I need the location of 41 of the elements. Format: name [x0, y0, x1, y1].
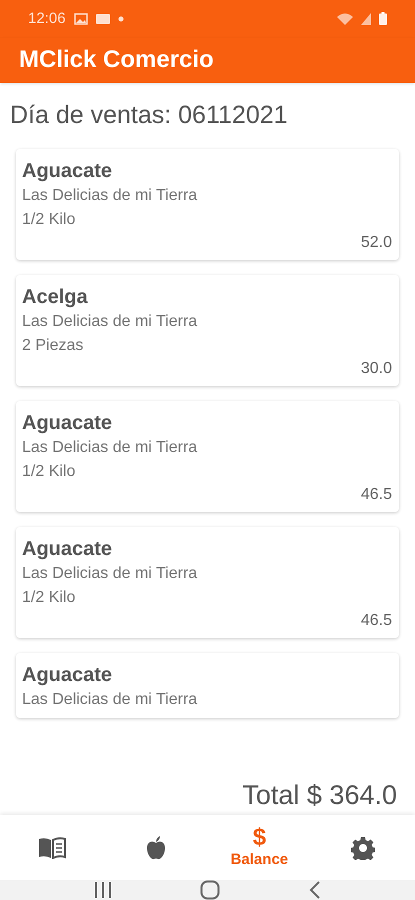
total-amount: Total $ 364.0 [242, 779, 397, 812]
battery-icon [379, 12, 387, 26]
vendor-name: Las Delicias de mi Tierra [22, 312, 198, 332]
quantity: 1/2 Kilo [22, 462, 76, 482]
sale-card[interactable]: Aguacate Las Delicias de mi Tierra 1/2 Kilo 46.5 [16, 401, 399, 512]
product-name: Aguacate [22, 537, 112, 562]
quantity: 1/2 Kilo [22, 210, 76, 230]
image-icon [74, 12, 88, 25]
book-icon [38, 836, 66, 858]
vendor-name: Las Delicias de mi Tierra [22, 438, 198, 458]
vendor-name: Las Delicias de mi Tierra [22, 564, 198, 584]
signal-icon [361, 12, 371, 25]
sale-amount: 46.5 [360, 485, 393, 505]
dollar-icon: $ [252, 826, 266, 850]
sale-card[interactable]: Aguacate Las Delicias de mi Tierra 1/2 Kilo 46.5 [16, 527, 399, 638]
product-name: Aguacate [22, 411, 112, 436]
sale-amount: 52.0 [360, 233, 393, 253]
sale-card[interactable]: Aguacate Las Delicias de mi Tierra 1/2 Kilo 52.0 [16, 149, 399, 260]
product-name: Aguacate [22, 663, 112, 688]
settings-icon [351, 836, 376, 860]
app-title: MClick Comercio [19, 45, 214, 76]
dot-icon [118, 16, 124, 22]
apple-icon [146, 836, 166, 860]
product-name: Aguacate [22, 159, 112, 184]
sale-card[interactable]: Aguacate Las Delicias de mi Tierra [16, 653, 399, 718]
vendor-name: Las Delicias de mi Tierra [22, 690, 198, 710]
status-time: 12:06 [28, 8, 66, 29]
recent-apps-icon[interactable] [94, 882, 112, 898]
sale-card[interactable]: Acelga Las Delicias de mi Tierra 2 Piezas 30.0 [16, 275, 399, 386]
tab-label: Balance [230, 850, 288, 870]
sale-amount: 30.0 [360, 359, 393, 379]
product-name: Acelga [22, 285, 88, 310]
quantity: 1/2 Kilo [22, 588, 76, 608]
back-icon[interactable] [308, 881, 321, 899]
wifi-icon [337, 12, 353, 25]
home-icon[interactable] [200, 880, 220, 900]
mail-icon [96, 14, 110, 24]
sale-amount: 46.5 [360, 611, 393, 631]
quantity: 2 Piezas [22, 336, 84, 356]
sales-day-heading: Día de ventas: 06112021 [10, 100, 288, 128]
vendor-name: Las Delicias de mi Tierra [22, 186, 198, 206]
